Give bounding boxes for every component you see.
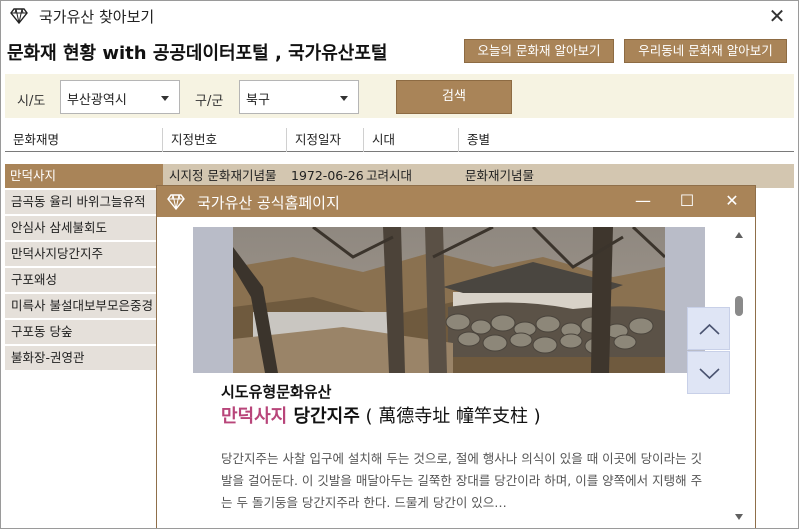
- heritage-category: 시도유형문화유산: [221, 383, 332, 401]
- column-header-era[interactable]: 시대: [364, 128, 459, 152]
- list-item[interactable]: 구포왜성: [5, 268, 159, 292]
- gem-icon: [10, 8, 28, 24]
- sido-label: 시/도: [17, 94, 46, 109]
- scroll-arrow-down-icon[interactable]: [735, 514, 743, 520]
- search-button[interactable]: 검색: [396, 80, 512, 114]
- maximize-icon[interactable]: ☐: [675, 190, 699, 212]
- title-bar: 국가유산 찾아보기 ✕: [1, 1, 798, 31]
- dropdown-arrow-icon: [161, 96, 169, 101]
- scroll-up-button[interactable]: [687, 307, 730, 350]
- gugun-select[interactable]: 북구: [239, 80, 359, 114]
- heritage-photo: [233, 227, 665, 373]
- gugun-label: 구/군: [195, 94, 224, 109]
- column-header-designation[interactable]: 지정번호: [163, 128, 287, 152]
- gem-icon: [167, 194, 185, 210]
- list-item[interactable]: 만덕사지당간지주: [5, 242, 159, 266]
- scroll-thumb[interactable]: [735, 296, 743, 316]
- column-header-name[interactable]: 문화재명: [5, 128, 163, 152]
- heading-rest: 당간지주: [287, 406, 360, 427]
- table-header: 문화재명 지정번호 지정일자 시대 종별: [5, 128, 794, 152]
- today-heritage-button[interactable]: 오늘의 문화재 알아보기: [464, 39, 614, 63]
- scroll-down-button[interactable]: [687, 351, 730, 394]
- list-item[interactable]: 불화장-권영관: [5, 346, 159, 370]
- popup-title-bar: 국가유산 공식홈페이지 — ☐ ✕: [157, 186, 755, 217]
- local-heritage-button[interactable]: 우리동네 문화재 알아보기: [624, 39, 787, 63]
- heritage-heading: 만덕사지 당간지주 ( 萬德寺址 幢竿支柱 ): [221, 402, 541, 428]
- main-window: 국가유산 찾아보기 ✕ 문화재 현황 with 공공데이터포털 , 국가유산포털…: [0, 0, 799, 529]
- scroll-arrow-up-icon[interactable]: [735, 232, 743, 238]
- list-item[interactable]: 미륵사 불설대보부모은중경: [5, 294, 159, 318]
- dropdown-arrow-icon: [340, 96, 348, 101]
- heritage-description: 당간지주는 사찰 입구에 설치해 두는 것으로, 절에 행사나 의식이 있을 때…: [221, 451, 703, 510]
- heading-accent: 만덕사지: [221, 406, 288, 427]
- chevron-up-icon: [699, 323, 720, 335]
- list-item[interactable]: 안심사 삼세불회도: [5, 216, 159, 240]
- close-icon[interactable]: ✕: [720, 190, 744, 212]
- window-title: 국가유산 찾아보기: [39, 8, 155, 26]
- heritage-popup-window: 국가유산 공식홈페이지 — ☐ ✕ 시도유형문화유산 만덕사지 당간지주 (萬…: [156, 185, 756, 528]
- vertical-scrollbar[interactable]: [731, 224, 747, 528]
- sido-value: 부산광역시: [67, 93, 127, 108]
- sido-select[interactable]: 부산광역시: [60, 80, 180, 114]
- popup-title: 국가유산 공식홈페이지: [197, 194, 340, 212]
- minimize-icon[interactable]: —: [631, 190, 655, 212]
- heritage-list: 금곡동 율리 바위그늘유적 안심사 삼세불회도 만덕사지당간지주 구포왜성 미륵…: [5, 190, 159, 372]
- heading-hanja: ( 萬德寺址 幢竿支柱 ): [359, 406, 541, 427]
- list-item[interactable]: 금곡동 율리 바위그늘유적: [5, 190, 159, 214]
- column-header-date[interactable]: 지정일자: [287, 128, 364, 152]
- close-icon[interactable]: ✕: [762, 3, 792, 29]
- gugun-value: 북구: [246, 93, 270, 108]
- column-header-type[interactable]: 종별: [459, 128, 794, 152]
- list-item[interactable]: 구포동 당숲: [5, 320, 159, 344]
- row-name: 만덕사지: [5, 164, 163, 188]
- page-title: 문화재 현황 with 공공데이터포털 , 국가유산포털: [7, 43, 388, 64]
- chevron-down-icon: [699, 368, 720, 380]
